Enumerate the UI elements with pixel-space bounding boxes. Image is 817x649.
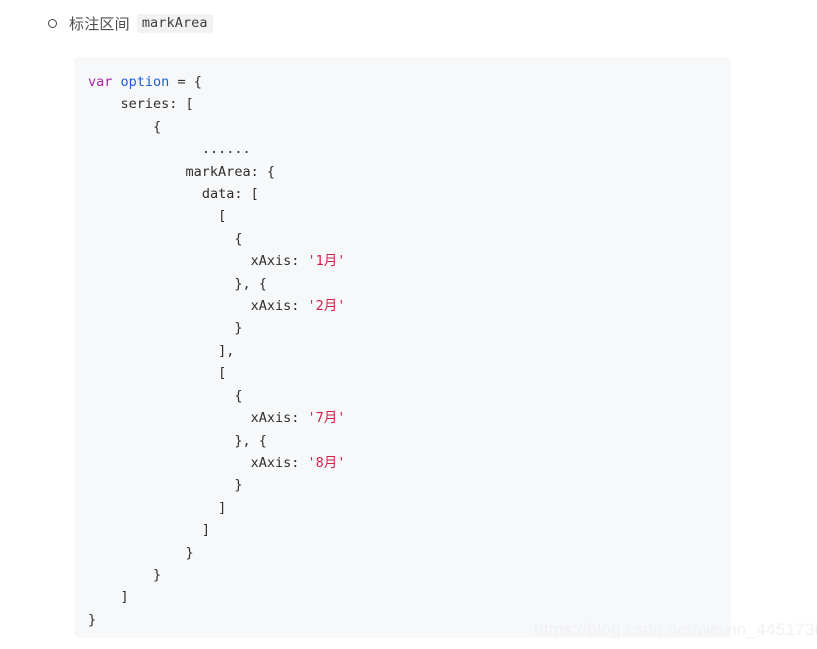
code-block[interactable]: var option = { series: [ {...... markArea: … [74, 57, 731, 638]
code-token-pun: ] [201, 522, 210, 539]
code-token-pun [112, 74, 120, 90]
code-token-pun: } [234, 477, 243, 494]
code-line: xAxis: '2月' [74, 295, 731, 317]
code-token-str: '7月' [307, 410, 346, 427]
code-token-pun: }, { [234, 432, 267, 449]
inline-code-markarea: markArea [136, 14, 213, 33]
code-token-str: '1月' [307, 253, 346, 270]
code-token-pun: { [234, 230, 243, 247]
code-line: } [74, 564, 731, 586]
code-token-var: option [120, 74, 170, 90]
code-token-pun: markArea: { [185, 163, 275, 180]
code-token-pun: xAxis: [250, 454, 308, 471]
code-token-pun: } [234, 320, 243, 337]
code-line: ], [74, 340, 731, 362]
code-line: } [74, 474, 731, 496]
code-token-pun: xAxis: [250, 410, 308, 427]
heading-label: 标注区间 [69, 16, 130, 33]
code-line: ...... [74, 138, 731, 160]
code-line: { [74, 228, 731, 250]
code-token-pun: = { [169, 74, 202, 90]
code-token-pun: series: [ [120, 96, 194, 113]
code-token-pun: ] [120, 589, 129, 606]
code-token-str: '8月' [307, 454, 346, 471]
code-line: ] [74, 497, 731, 519]
code-line: [ [74, 362, 731, 384]
code-token-pun: { [234, 387, 243, 404]
code-token-dots: ...... [201, 141, 251, 158]
bullet-circle-icon [48, 19, 57, 28]
code-line: ] [74, 519, 731, 541]
code-line: } [74, 542, 731, 564]
code-line: data: [ [74, 183, 731, 205]
code-line: }, { [74, 430, 731, 452]
code-token-pun: } [88, 611, 97, 628]
code-token-pun: xAxis: [250, 298, 308, 315]
code-token-pun: } [153, 566, 162, 583]
code-line: } [74, 317, 731, 339]
code-line: { [74, 385, 731, 407]
code-token-pun: } [185, 544, 194, 561]
code-line: var option = { [74, 71, 731, 93]
code-line: } [74, 609, 731, 631]
code-line: xAxis: '7月' [74, 407, 731, 429]
code-token-pun: { [153, 118, 162, 135]
code-token-pun: xAxis: [250, 253, 308, 270]
code-line: series: [ [74, 93, 731, 115]
code-content: var option = { series: [ {...... markArea: … [74, 57, 731, 631]
code-line: xAxis: '1月' [74, 250, 731, 272]
code-token-pun: data: [ [201, 186, 259, 203]
code-line: markArea: { [74, 161, 731, 183]
code-line: xAxis: '8月' [74, 452, 731, 474]
code-token-pun: ], [218, 342, 235, 359]
code-line: ] [74, 586, 731, 608]
code-token-pun: [ [218, 208, 227, 225]
code-token-pun: ] [218, 499, 227, 516]
bulleted-heading: 标注区间 markArea [48, 13, 213, 34]
code-line: }, { [74, 273, 731, 295]
code-token-str: '2月' [307, 298, 346, 315]
code-line: [ [74, 205, 731, 227]
code-line: { [74, 116, 731, 138]
code-token-kw: var [88, 74, 113, 90]
code-token-pun: }, { [234, 275, 267, 292]
code-token-pun: [ [218, 365, 227, 382]
